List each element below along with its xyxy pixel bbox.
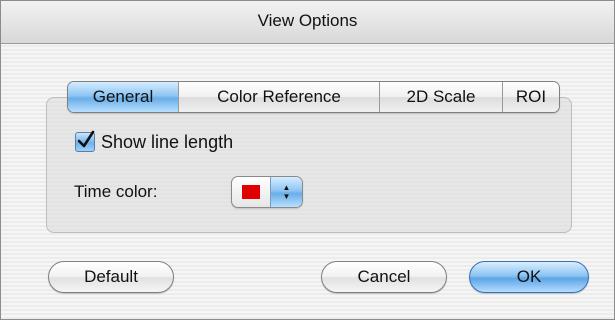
tab-content-panel: [46, 97, 572, 233]
time-color-row: Time color: ▲ ▼: [74, 176, 303, 208]
show-line-length-checkbox[interactable]: [75, 130, 95, 152]
view-options-dialog: View Options General Color Reference 2D …: [0, 0, 615, 320]
time-color-label: Time color:: [74, 182, 158, 201]
tab-roi[interactable]: ROI: [502, 82, 559, 112]
window-title: View Options: [257, 11, 358, 30]
arrow-down-icon: ▼: [282, 192, 291, 201]
tab-bar: General Color Reference 2D Scale ROI: [67, 81, 560, 113]
show-line-length-option[interactable]: Show line length: [75, 129, 233, 155]
time-color-popup[interactable]: ▲ ▼: [231, 176, 303, 208]
arrow-up-icon: ▲: [282, 183, 291, 192]
tab-2d-scale[interactable]: 2D Scale: [379, 82, 502, 112]
default-button[interactable]: Default: [48, 261, 174, 293]
cancel-button[interactable]: Cancel: [321, 261, 447, 293]
color-swatch-area: [232, 177, 270, 207]
color-swatch: [242, 185, 260, 199]
title-bar: View Options: [1, 1, 614, 44]
ok-button[interactable]: OK: [469, 261, 589, 293]
popup-arrows-icon: ▲ ▼: [270, 177, 302, 207]
tab-general[interactable]: General: [68, 82, 178, 112]
show-line-length-label: Show line length: [101, 131, 234, 152]
tab-color-reference[interactable]: Color Reference: [178, 82, 379, 112]
checkmark-icon: [77, 130, 95, 148]
